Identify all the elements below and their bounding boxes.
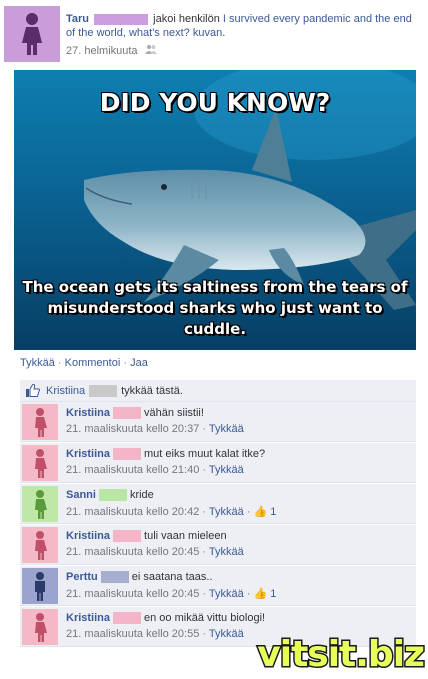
comment-author[interactable]: Perttu [66, 571, 98, 583]
likes-summary: Kristiina tykkää tästä. [20, 380, 416, 402]
thumbs-up-icon [26, 382, 42, 398]
comment-body: Kristiina en oo mikää vittu biologi! [66, 612, 266, 625]
female-person-icon [22, 13, 42, 55]
avatar[interactable] [22, 609, 58, 645]
friends-icon [144, 44, 157, 57]
female-person-icon [35, 408, 47, 437]
comment-link[interactable]: Kommentoi [65, 357, 121, 369]
comment-time[interactable]: 21. maaliskuuta kello 20:37 [66, 423, 199, 435]
share-link[interactable]: Jaa [130, 357, 148, 369]
watermark-logo: vitsit.biz [256, 633, 427, 677]
comment-author[interactable]: Kristiina [66, 612, 110, 624]
image-headline: DID YOU KNOW? [99, 88, 331, 117]
comment-like-link[interactable]: Tykkää [209, 423, 244, 435]
comment-text: tuli vaan mieleen [144, 530, 227, 542]
blurred-name [100, 571, 129, 584]
comment-body: Kristiina vähän siistii! [66, 407, 204, 420]
comment-body: Sanni kride [66, 489, 154, 502]
avatar[interactable] [22, 486, 58, 522]
avatar[interactable] [22, 404, 58, 440]
comment-like-count[interactable]: 👍 1 [254, 588, 277, 600]
comment-row: Kristiina tuli vaan mieleen 21. maaliskuut… [20, 525, 416, 565]
comment-text: en oo mikää vittu biologi! [144, 612, 266, 624]
likes-text: tykkää tästä. [121, 384, 183, 397]
comment-like-link[interactable]: Tykkää [209, 506, 244, 518]
blurred-name [113, 612, 142, 625]
comment-row: Kristiina vähän siistii! 21. maaliskuuta k… [20, 402, 416, 442]
comment-text: mut eiks muut kalat itke? [144, 448, 266, 460]
comment-like-link[interactable]: Tykkää [209, 464, 244, 476]
comment-meta: 21. maaliskuuta kello 20:55 · Tykkää [66, 628, 244, 640]
separator: · [123, 357, 128, 369]
blurred-name [113, 530, 142, 543]
comment-body: Perttu ei saatana taas.. [66, 571, 213, 584]
comment-like-count[interactable]: 👍 1 [254, 506, 277, 518]
comment-time[interactable]: 21. maaliskuuta kello 20:55 [66, 628, 199, 640]
avatar[interactable] [4, 6, 60, 62]
comment-text: ei saatana taas.. [131, 571, 213, 583]
blurred-name [89, 384, 118, 397]
like-count: 1 [270, 506, 277, 518]
comment-author[interactable]: Kristiina [66, 448, 110, 460]
post-date[interactable]: 27. helmikuuta [66, 45, 138, 57]
comment-body: Kristiina mut eiks muut kalat itke? [66, 448, 266, 461]
comment-author[interactable]: Kristiina [66, 530, 110, 542]
comment-row: Kristiina mut eiks muut kalat itke? 21. ma… [20, 443, 416, 483]
comment-meta: 21. maaliskuuta kello 20:45 · Tykkää · 👍… [66, 588, 277, 600]
comment-time[interactable]: 21. maaliskuuta kello 20:42 [66, 506, 199, 518]
comment-like-link[interactable]: Tykkää [209, 546, 244, 558]
thumbs-up-icon: 👍 [253, 588, 268, 600]
post-verb: jakoi henkilön [153, 13, 220, 25]
comment-row: Sanni kride 21. maaliskuuta kello 20:42 · … [20, 484, 416, 524]
post-meta: 27. helmikuuta [66, 44, 157, 57]
thumbs-up-icon: 👍 [253, 506, 268, 518]
like-count: 1 [270, 588, 277, 600]
comment-time[interactable]: 21. maaliskuuta kello 20:45 [66, 546, 199, 558]
comment-meta: 21. maaliskuuta kello 20:37 · Tykkää [66, 423, 244, 435]
male-person-icon [35, 572, 45, 601]
separator: · [57, 357, 62, 369]
comment-row: Perttu ei saatana taas.. 21. maaliskuuta k… [20, 566, 416, 606]
comment-text: kride [129, 489, 154, 501]
avatar[interactable] [22, 445, 58, 481]
avatar[interactable] [22, 568, 58, 604]
post-header: Taru jakoi henkilön I survived every pan… [4, 6, 424, 64]
liker-name[interactable]: Kristiina [46, 385, 85, 397]
comment-body: Kristiina tuli vaan mieleen [66, 530, 227, 543]
image-caption: The ocean gets its saltiness from the te… [22, 278, 408, 338]
comment-time[interactable]: 21. maaliskuuta kello 20:45 [66, 588, 199, 600]
female-person-icon [35, 531, 47, 560]
female-person-icon [35, 613, 47, 642]
avatar[interactable] [22, 527, 58, 563]
comment-author[interactable]: Sanni [66, 489, 96, 501]
comment-meta: 21. maaliskuuta kello 20:42 · Tykkää · 👍… [66, 506, 277, 518]
comment-author[interactable]: Kristiina [66, 407, 110, 419]
post-actions: Tykkää · Kommentoi · Jaa [20, 357, 148, 369]
comment-text: vähän siistii! [144, 407, 204, 419]
post-author[interactable]: Taru [66, 13, 89, 25]
female-person-icon [35, 449, 47, 478]
comment-time[interactable]: 21. maaliskuuta kello 21:40 [66, 464, 199, 476]
comment-meta: 21. maaliskuuta kello 20:45 · Tykkää [66, 546, 244, 558]
shared-image[interactable]: DID YOU KNOW? The ocean gets its saltine… [14, 70, 416, 350]
post-text: Taru jakoi henkilön I survived every pan… [66, 13, 412, 39]
blurred-name [98, 489, 127, 502]
comment-like-link[interactable]: Tykkää [209, 588, 244, 600]
female-person-icon [35, 490, 47, 519]
blurred-name [94, 13, 149, 25]
image-link[interactable]: kuvan [193, 27, 222, 39]
blurred-name [113, 407, 142, 420]
blurred-name [113, 448, 142, 461]
like-link[interactable]: Tykkää [20, 357, 55, 369]
comment-like-link[interactable]: Tykkää [209, 628, 244, 640]
comment-meta: 21. maaliskuuta kello 21:40 · Tykkää [66, 464, 244, 476]
